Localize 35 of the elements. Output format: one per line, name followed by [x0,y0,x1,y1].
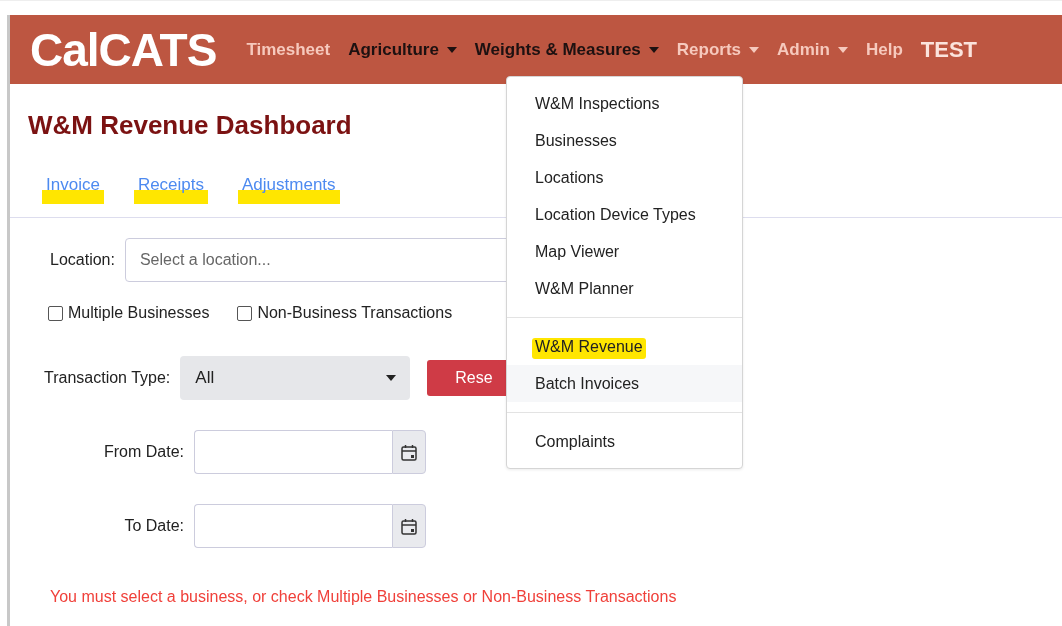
field-label: Transaction Type: [44,369,171,387]
calendar-icon [401,443,417,461]
checkbox-label: Multiple Businesses [68,304,210,322]
to-date-field[interactable] [194,504,392,548]
calendar-icon [401,517,417,535]
logo[interactable]: CalCATS [30,22,217,77]
menu-item[interactable]: Location Device Types [507,196,742,233]
calendar-button[interactable] [392,430,426,474]
tab-link[interactable]: Invoice [42,171,104,203]
menu-item[interactable]: Complaints [507,423,742,460]
nav-link[interactable]: Agriculture [348,39,457,60]
caret-icon [386,375,397,381]
nav-link[interactable]: Reports [676,39,760,60]
page-title: W&M Revenue Dashboard [28,110,352,141]
field-label: From Date: [103,443,184,461]
checkbox[interactable] [48,305,63,321]
tab-link[interactable]: Adjustments [238,171,340,203]
from-date-field[interactable] [194,430,392,474]
nav-link[interactable]: Timesheet [246,39,331,60]
nav-link[interactable]: Help [865,39,903,60]
nav-link[interactable]: Admin [777,39,848,60]
field-label: To Date: [123,517,184,535]
environment-label: TEST [920,36,978,63]
nav-link[interactable]: Weights & Measures [474,39,659,60]
menu-item[interactable]: Businesses [507,122,742,159]
menu-item[interactable]: Batch Invoices [507,365,742,402]
menu-item[interactable]: Locations [507,159,742,196]
field-label: Location: [50,251,115,269]
calendar-button[interactable] [392,504,426,548]
checkbox[interactable] [237,305,253,321]
checkbox-label: Non-Business Transactions [257,304,453,322]
transaction-type-select[interactable]: All [180,356,411,400]
menu-item[interactable]: W&M Inspections [507,85,742,122]
tab-link[interactable]: Receipts [133,171,208,203]
error-message: You must select a business, or check Multiple Businesses or Non-Business Transactions [50,588,678,606]
